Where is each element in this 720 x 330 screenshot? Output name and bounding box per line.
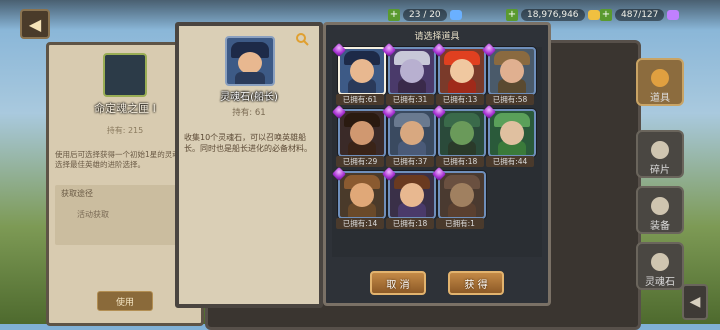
face-icon [400, 121, 424, 145]
soulstone-title: 灵魂石(船长) [220, 92, 278, 103]
tab-items[interactable]: 道具 [636, 58, 684, 106]
magnifier-icon[interactable] [295, 32, 309, 46]
face-icon [450, 121, 474, 145]
face-icon [400, 59, 424, 83]
helmet-icon [651, 69, 669, 87]
hero-item-captain[interactable]: 已拥有:61 [331, 42, 386, 109]
soulstone-detail-card: 灵魂石(船长) 持有: 61 收集10个灵魂石，可以召唤英雄船长。同时也是船长进… [175, 22, 323, 308]
helmet-icon [651, 141, 669, 159]
captain-portrait [225, 36, 275, 86]
hero-owned-count: 已拥有:31 [386, 94, 434, 105]
hero-portrait[interactable] [388, 47, 436, 95]
tab-label: 道具 [650, 93, 670, 104]
stamina-value: 23 / 20 [403, 9, 447, 21]
arrow-left-icon: ◀ [28, 14, 42, 34]
hero-owned-count: 已拥有:1 [436, 218, 484, 229]
hero-portrait[interactable] [388, 109, 436, 157]
hero-owned-count: 已拥有:14 [336, 218, 384, 229]
face-icon [400, 183, 424, 207]
soulstone-owned: 持有: 61 [232, 108, 266, 118]
tab-label: 灵魂石 [645, 277, 675, 288]
hero-owned-count: 已拥有:58 [486, 94, 534, 105]
hero-portrait[interactable] [488, 109, 536, 157]
hero-item-barbarian[interactable]: 已拥有:14 [331, 166, 386, 233]
soulstone-description: 收集10个灵魂石，可以召唤英雄船长。同时也是船长进化的必备材料。 [184, 133, 312, 153]
face-icon [500, 121, 524, 145]
add-stamina-button[interactable]: + [388, 9, 400, 21]
hero-item-dwarf[interactable]: 已拥有:37 [381, 104, 436, 171]
hero-owned-count: 已拥有:18 [436, 156, 484, 167]
gold-icon [587, 10, 600, 20]
face-icon [350, 121, 374, 145]
get-button[interactable]: 获 得 [448, 271, 504, 295]
tab-equipment[interactable]: 装备 [636, 186, 684, 234]
stamina-icon [449, 10, 462, 20]
soul-box-icon [103, 53, 147, 97]
gem-counter: + 487/127 [600, 8, 680, 22]
hero-owned-count: 已拥有:29 [336, 156, 384, 167]
body-icon [235, 72, 265, 84]
back-button[interactable]: ◀ [20, 9, 50, 39]
source-section: 获取途径 活动获取 [55, 185, 195, 245]
stamina-counter: + 23 / 20 [388, 8, 462, 22]
panel-header: 请选择道具 [376, 29, 498, 45]
hero-portrait[interactable] [488, 47, 536, 95]
tab-label: 碎片 [650, 165, 670, 176]
face-icon [500, 59, 524, 83]
face-icon [350, 183, 374, 207]
hero-portrait[interactable] [388, 171, 436, 219]
tab-label: 装备 [650, 221, 670, 232]
hero-portrait[interactable] [438, 47, 486, 95]
hero-portrait[interactable] [338, 47, 386, 95]
panel-title: 请选择道具 [414, 32, 460, 42]
add-gold-button[interactable]: + [506, 9, 518, 21]
face-icon [238, 52, 262, 74]
hero-item-swordsman[interactable]: 已拥有:18 [381, 166, 436, 233]
category-tabs: 道具 碎片 装备 灵魂石 [636, 50, 684, 320]
hero-portrait[interactable] [338, 171, 386, 219]
gold-value: 18,976,946 [521, 9, 585, 21]
cancel-button[interactable]: 取 消 [370, 271, 426, 295]
chevron-left-icon: ◀ [689, 294, 701, 310]
hero-owned-count: 已拥有:13 [436, 94, 484, 105]
source-title: 获取途径 [61, 189, 93, 198]
add-gem-button[interactable]: + [600, 9, 612, 21]
tab-soulstones[interactable]: 灵魂石 [636, 242, 684, 290]
source-item[interactable]: 活动获取 [77, 209, 109, 220]
hero-item-fire-girl[interactable]: 已拥有:13 [431, 42, 486, 109]
hero-owned-count: 已拥有:37 [386, 156, 434, 167]
tab-fragments[interactable]: 碎片 [636, 130, 684, 178]
hero-item-orc-shaman[interactable]: 已拥有:18 [431, 104, 486, 171]
hero-portrait[interactable] [438, 109, 486, 157]
hero-owned-count: 已拥有:44 [486, 156, 534, 167]
hero-portrait[interactable] [338, 109, 386, 157]
helmet-icon [651, 253, 669, 271]
hero-item-dark-elf[interactable]: 已拥有:31 [381, 42, 436, 109]
face-icon [450, 59, 474, 83]
item-select-panel: 请选择道具 已拥有:61 已拥有:31 已拥有:13 已拥有:58 已拥有:29 已拥有:… [323, 22, 551, 306]
helmet-icon [651, 197, 669, 215]
face-icon [450, 183, 474, 207]
face-icon [350, 59, 374, 83]
hero-owned-count: 已拥有:61 [336, 94, 384, 105]
gem-value: 487/127 [615, 9, 665, 21]
hero-grid: 已拥有:61 已拥有:31 已拥有:13 已拥有:58 已拥有:29 已拥有:37 已拥有:… [331, 42, 542, 257]
gold-counter: + 18,976,946 [506, 8, 600, 22]
hero-item-engineer[interactable]: 已拥有:58 [481, 42, 536, 109]
scroll-right-button[interactable]: ◀ [682, 284, 708, 320]
hero-portrait[interactable] [438, 171, 486, 219]
hero-item-dryad[interactable]: 已拥有:44 [481, 104, 536, 171]
hero-owned-count: 已拥有:18 [386, 218, 434, 229]
use-button[interactable]: 使用 [97, 291, 153, 311]
hero-item-bounty-hunter[interactable]: 已拥有:29 [331, 104, 386, 171]
gem-icon [667, 10, 680, 20]
hero-item-boar-warrior[interactable]: 已拥有:1 [431, 166, 486, 233]
